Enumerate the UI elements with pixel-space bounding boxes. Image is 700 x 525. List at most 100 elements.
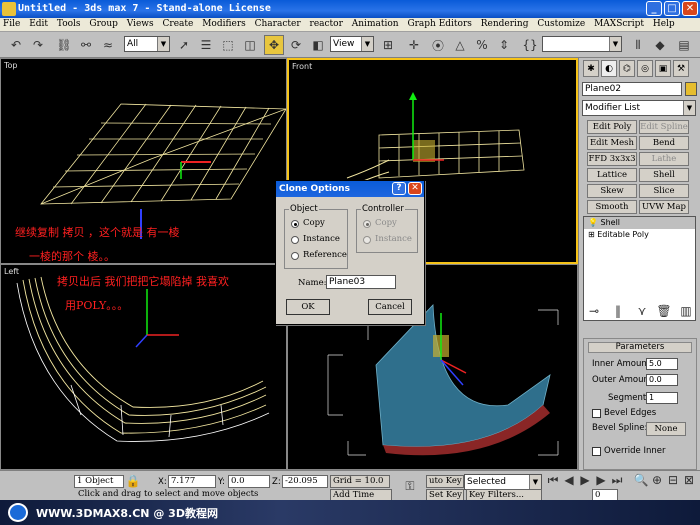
select-and-move-icon[interactable]: ✥: [264, 35, 284, 55]
menu-character[interactable]: Character: [252, 18, 304, 29]
modifier-edit-poly-button[interactable]: Edit Poly: [587, 120, 637, 134]
segments-spinner[interactable]: 1: [646, 392, 678, 404]
key-mode-dropdown[interactable]: Selected ▼: [464, 474, 542, 490]
dialog-help-button[interactable]: ?: [392, 182, 406, 195]
configure-sets-icon[interactable]: ▥: [677, 303, 695, 319]
menu-create[interactable]: Create: [160, 18, 197, 29]
tab-display[interactable]: ▣: [655, 60, 671, 77]
selection-filter-dropdown[interactable]: All ▼: [124, 36, 170, 52]
show-end-result-icon[interactable]: ‖: [609, 303, 627, 319]
modifier-bend-button[interactable]: Bend: [639, 136, 689, 150]
zoom-extents-all-icon[interactable]: ⊠: [682, 473, 696, 487]
menu-maxscript[interactable]: MAXScript: [591, 18, 647, 29]
radio-copy[interactable]: [291, 220, 299, 228]
parameters-rollout-header[interactable]: Parameters: [588, 342, 692, 353]
menu-rendering[interactable]: Rendering: [478, 18, 532, 29]
layer-manager-icon[interactable]: ▤: [674, 35, 694, 55]
object-color-swatch[interactable]: [685, 82, 697, 96]
modifier-slice-button[interactable]: Slice: [639, 184, 689, 198]
modifier-skew-button[interactable]: Skew: [587, 184, 637, 198]
modifier-smooth-button[interactable]: Smooth: [587, 200, 637, 214]
mirror-icon[interactable]: ⫴: [628, 35, 648, 55]
rectangular-selection-icon[interactable]: ⬚: [218, 35, 238, 55]
modifier-lattice-button[interactable]: Lattice: [587, 168, 637, 182]
goto-end-icon[interactable]: ⏭: [610, 473, 624, 487]
menu-reactor[interactable]: reactor: [307, 18, 346, 29]
tab-utilities[interactable]: ⚒: [673, 60, 689, 77]
clone-name-input[interactable]: Plane03: [326, 275, 396, 289]
lock-selection-icon[interactable]: 🔒: [124, 473, 142, 489]
z-coordinate-input[interactable]: -20.095: [282, 475, 328, 488]
pin-stack-icon[interactable]: ⊸: [585, 303, 603, 319]
menu-file[interactable]: File: [0, 18, 23, 29]
bevel-spline-button[interactable]: None: [646, 422, 686, 436]
spinner-snap-icon[interactable]: ⇕: [494, 35, 514, 55]
close-button[interactable]: ✕: [682, 1, 698, 16]
tab-hierarchy[interactable]: ⌬: [619, 60, 635, 77]
auto-key-button[interactable]: uto Key: [426, 475, 464, 488]
select-object-icon[interactable]: ➚: [174, 35, 194, 55]
radio-instance[interactable]: [291, 236, 299, 244]
tab-motion[interactable]: ◎: [637, 60, 653, 77]
stack-item-shell[interactable]: 💡 Shell: [584, 217, 695, 229]
zoom-extents-icon[interactable]: ⊟: [666, 473, 680, 487]
minimize-button[interactable]: _: [646, 1, 662, 16]
dialog-close-button[interactable]: ✕: [408, 182, 422, 195]
edit-named-selection-icon[interactable]: {}: [520, 35, 540, 55]
redo-icon[interactable]: ↷: [28, 35, 48, 55]
snap-toggle-icon[interactable]: ⦿: [428, 35, 448, 55]
tab-create[interactable]: ✱: [583, 60, 599, 77]
prev-frame-icon[interactable]: ◀: [562, 473, 576, 487]
reference-coordinate-dropdown[interactable]: View ▼: [330, 36, 374, 52]
remove-modifier-icon[interactable]: 🗑: [655, 303, 673, 319]
maximize-button[interactable]: □: [664, 1, 680, 16]
object-name-input[interactable]: Plane02: [582, 82, 682, 96]
modifier-ffd-button[interactable]: FFD 3x3x3: [587, 152, 637, 166]
select-and-rotate-icon[interactable]: ⟳: [286, 35, 306, 55]
cancel-button[interactable]: Cancel: [368, 299, 412, 315]
zoom-all-icon[interactable]: ⊕: [650, 473, 664, 487]
link-icon[interactable]: ⛓: [54, 35, 74, 55]
menu-graph-editors[interactable]: Graph Editors: [404, 18, 474, 29]
zoom-icon[interactable]: 🔍: [634, 473, 649, 487]
play-icon[interactable]: ▶: [578, 473, 592, 487]
menu-modifiers[interactable]: Modifiers: [199, 18, 249, 29]
menu-edit[interactable]: Edit: [26, 18, 51, 29]
menu-animation[interactable]: Animation: [349, 18, 402, 29]
override-inner-checkbox[interactable]: [592, 447, 601, 456]
select-and-scale-icon[interactable]: ◧: [308, 35, 328, 55]
modifier-uvw-map-button[interactable]: UVW Map: [639, 200, 689, 214]
y-coordinate-input[interactable]: 0.0: [228, 475, 270, 488]
viewport-left[interactable]: Left 拷贝出后 我们把把它塌陷掉 我喜欢 用POLY。。。: [0, 264, 287, 470]
bevel-edges-checkbox[interactable]: [592, 409, 601, 418]
make-unique-icon[interactable]: ⋎: [633, 303, 651, 319]
unlink-icon[interactable]: ⚯: [76, 35, 96, 55]
modifier-list-dropdown[interactable]: Modifier List ▼: [582, 100, 696, 116]
modifier-shell-button[interactable]: Shell: [639, 168, 689, 182]
key-icon[interactable]: ⚿: [400, 477, 420, 495]
select-by-name-icon[interactable]: ☰: [196, 35, 216, 55]
named-selection-dropdown[interactable]: ▼: [542, 36, 622, 52]
percent-snap-icon[interactable]: %: [472, 35, 492, 55]
menu-customize[interactable]: Customize: [534, 18, 588, 29]
next-frame-icon[interactable]: ▶: [594, 473, 608, 487]
menu-tools[interactable]: Tools: [54, 18, 84, 29]
x-coordinate-input[interactable]: 7.177: [168, 475, 216, 488]
radio-reference[interactable]: [291, 252, 299, 260]
viewport-top[interactable]: Top 继续复制 拷贝 ，这个就是 有一棱 一棱的那个 棱。。: [0, 58, 287, 264]
outer-amount-spinner[interactable]: 0.0: [646, 374, 678, 386]
pivot-center-icon[interactable]: ⊞: [378, 35, 398, 55]
manipulate-icon[interactable]: ✛: [404, 35, 424, 55]
bind-space-warp-icon[interactable]: ≈: [98, 35, 118, 55]
menu-group[interactable]: Group: [86, 18, 120, 29]
align-icon[interactable]: ◆: [650, 35, 670, 55]
undo-icon[interactable]: ↶: [6, 35, 26, 55]
menu-help[interactable]: Help: [650, 18, 678, 29]
menu-views[interactable]: Views: [124, 18, 157, 29]
goto-start-icon[interactable]: ⏮: [546, 473, 560, 487]
ok-button[interactable]: OK: [286, 299, 330, 315]
stack-item-editable-poly[interactable]: ⊞ Editable Poly: [584, 229, 695, 241]
modifier-edit-mesh-button[interactable]: Edit Mesh: [587, 136, 637, 150]
window-crossing-icon[interactable]: ◫: [240, 35, 260, 55]
angle-snap-icon[interactable]: △: [450, 35, 470, 55]
